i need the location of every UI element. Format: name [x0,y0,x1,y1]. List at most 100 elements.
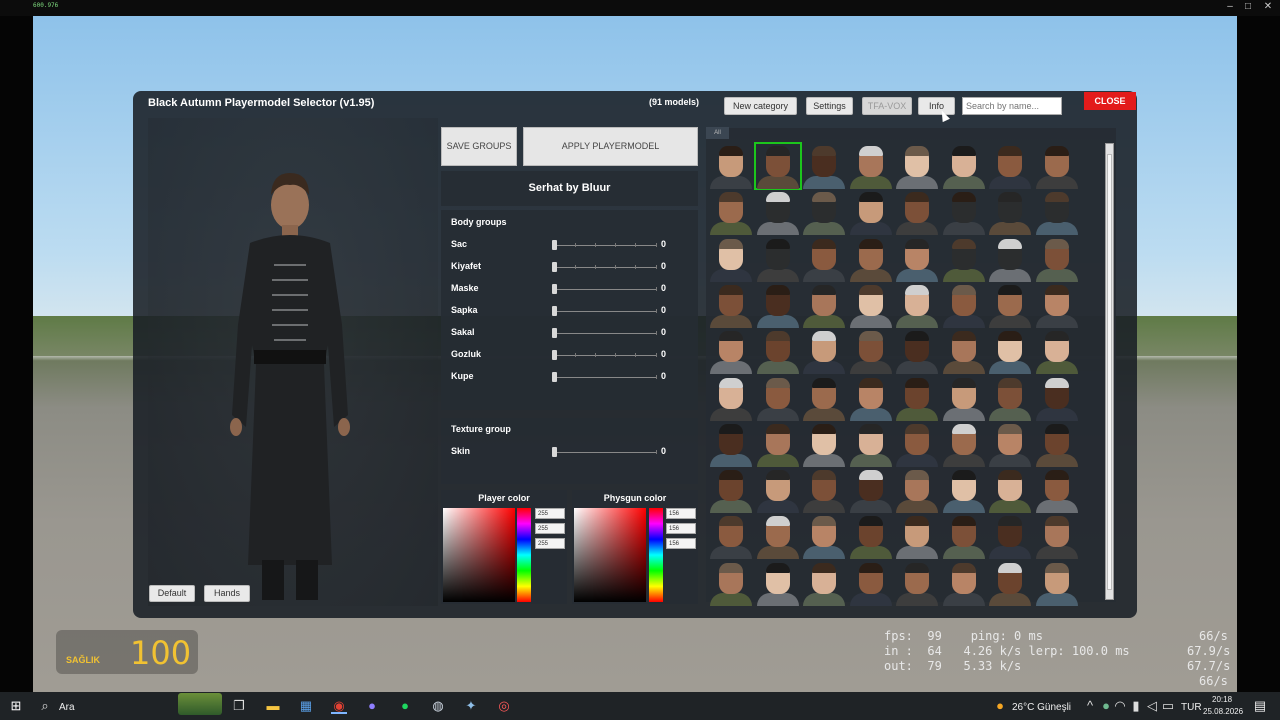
model-thumbnail[interactable] [894,328,940,375]
model-thumbnail[interactable] [801,421,847,467]
model-thumbnail[interactable] [801,513,847,560]
physgun-color-field[interactable] [574,508,646,602]
model-thumbnail[interactable] [987,560,1033,606]
model-thumbnail[interactable] [801,282,847,328]
model-thumbnail[interactable] [941,467,987,514]
physgun-hue-bar[interactable] [649,508,663,602]
info-button[interactable]: Info [918,97,955,115]
model-thumbnail[interactable] [708,189,754,236]
model-thumbnail[interactable] [894,513,940,560]
model-thumbnail[interactable] [801,328,847,375]
hands-button[interactable]: Hands [204,585,250,602]
slider-knob[interactable] [552,240,557,250]
model-thumbnail[interactable] [848,513,894,560]
obs-icon[interactable]: ◎ [496,698,512,714]
model-thumbnail[interactable] [801,189,847,236]
microphone-icon[interactable]: ▮ [1128,698,1144,714]
model-thumbnail[interactable] [987,143,1033,189]
player-color-g[interactable]: 255 [535,523,565,534]
model-thumbnail[interactable] [941,189,987,236]
player-color-b[interactable]: 255 [535,538,565,549]
settings-button[interactable]: Settings [806,97,853,115]
model-thumbnail[interactable] [801,560,847,606]
start-windows-icon[interactable]: ⊞ [8,698,24,714]
slider-knob[interactable] [552,447,557,457]
model-thumbnail[interactable] [755,513,801,560]
model-thumbnail[interactable] [801,375,847,421]
chrome-icon[interactable]: ◉ [331,698,347,714]
player-color-field[interactable] [443,508,515,602]
bodygroup-slider[interactable] [555,243,657,247]
steam-icon[interactable]: ◍ [430,698,446,714]
physgun-color-g[interactable]: 156 [666,523,696,534]
slider-knob[interactable] [552,328,557,338]
model-thumbnail[interactable] [987,375,1033,421]
model-thumbnail[interactable] [801,467,847,514]
model-thumbnail[interactable] [755,560,801,606]
model-thumbnail[interactable] [987,189,1033,236]
physgun-color-b[interactable]: 156 [666,538,696,549]
model-thumbnail[interactable] [801,143,847,189]
category-tab-all[interactable]: All [706,127,729,139]
language-indicator[interactable]: TUR [1181,702,1202,713]
model-thumbnail[interactable] [894,236,940,282]
player-color-r[interactable]: 255 [535,508,565,519]
model-thumbnail[interactable] [987,328,1033,375]
model-thumbnail[interactable] [941,143,987,189]
model-thumbnail[interactable] [755,282,801,328]
battery-icon[interactable]: ▭ [1160,698,1176,714]
model-thumbnail[interactable] [801,236,847,282]
tfa-vox-button[interactable]: TFA-VOX [862,97,912,115]
model-thumbnail[interactable] [894,560,940,606]
model-thumbnail[interactable] [1034,328,1080,375]
bodygroup-slider[interactable] [555,375,657,379]
model-thumbnail[interactable] [755,236,801,282]
spotify-icon[interactable]: ● [397,698,413,714]
model-thumbnail[interactable] [987,513,1033,560]
model-thumbnail[interactable] [941,236,987,282]
model-thumbnail[interactable] [894,375,940,421]
model-thumbnail[interactable] [708,467,754,514]
clock-date[interactable]: 25.08.2026 [1203,707,1243,716]
model-thumbnail[interactable] [755,467,801,514]
model-grid-scrollbar[interactable] [1105,143,1114,600]
model-thumbnail[interactable] [941,282,987,328]
slider-knob[interactable] [552,262,557,272]
physgun-color-r[interactable]: 156 [666,508,696,519]
close-window-button[interactable]: ✕ [1258,1,1278,12]
model-thumbnail[interactable] [941,560,987,606]
slider-knob[interactable] [552,284,557,294]
model-thumbnail[interactable] [848,467,894,514]
model-thumbnail[interactable] [1034,467,1080,514]
model-thumbnail[interactable] [1034,189,1080,236]
model-thumbnail[interactable] [848,236,894,282]
player-hue-bar[interactable] [517,508,531,602]
model-thumbnail[interactable] [1034,560,1080,606]
model-thumbnail[interactable] [1034,375,1080,421]
model-thumbnail[interactable] [708,328,754,375]
model-thumbnail[interactable] [1034,513,1080,560]
minimize-button[interactable]: – [1220,1,1240,12]
model-thumbnail[interactable] [755,328,801,375]
search-input[interactable] [962,97,1062,115]
search-icon[interactable]: ⌕ [37,698,53,714]
model-thumbnail[interactable] [848,189,894,236]
model-thumbnail[interactable] [708,236,754,282]
slider-knob[interactable] [552,306,557,316]
clock-time[interactable]: 20:18 [1212,695,1232,704]
model-thumbnail[interactable] [894,467,940,514]
new-category-button[interactable]: New category [724,97,797,115]
model-thumbnail[interactable] [894,421,940,467]
model-thumbnail[interactable] [848,421,894,467]
save-groups-button[interactable]: SAVE GROUPS [441,127,517,166]
model-thumbnail[interactable] [1034,143,1080,189]
weather-text[interactable]: 26°C Güneşli [1012,702,1071,713]
gmod-icon[interactable]: ✦ [463,698,479,714]
bodygroup-slider[interactable] [555,309,657,313]
model-thumbnail[interactable] [941,328,987,375]
default-button[interactable]: Default [149,585,195,602]
model-thumbnail[interactable] [1034,421,1080,467]
model-thumbnail[interactable] [941,513,987,560]
close-button[interactable]: CLOSE [1084,92,1136,110]
model-thumbnail[interactable] [755,375,801,421]
